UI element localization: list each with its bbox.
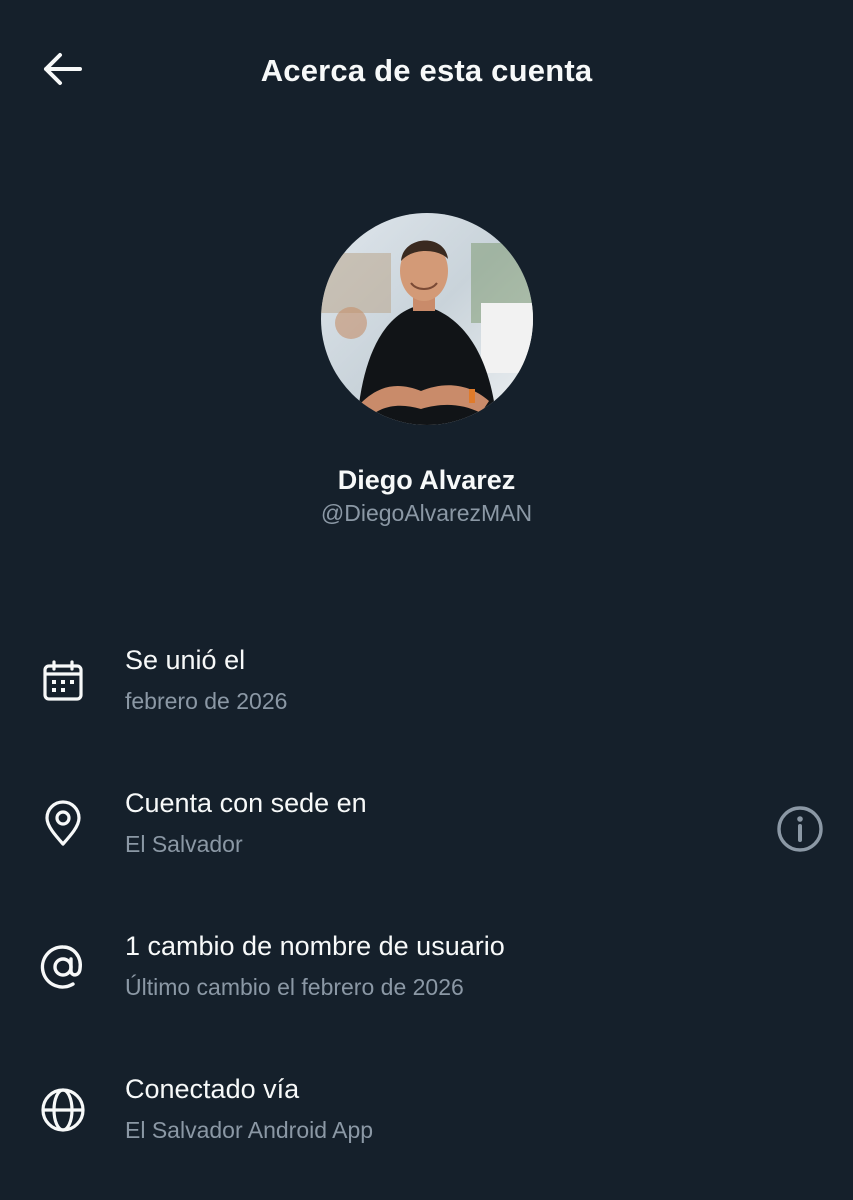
joined-date-row: Se unió el febrero de 2026 [0, 640, 853, 750]
connected-via-label: Conectado vía [125, 1074, 300, 1104]
avatar[interactable] [321, 213, 533, 425]
globe-icon [36, 1083, 90, 1137]
at-sign-icon [36, 940, 90, 994]
calendar-icon [36, 654, 90, 708]
username-changes-label: 1 cambio de nombre de usuario [125, 931, 505, 961]
location-value: El Salvador [125, 831, 243, 857]
location-label: Cuenta con sede en [125, 788, 367, 818]
username-last-change: Último cambio el febrero de 2026 [125, 974, 464, 1000]
page-title: Acerca de esta cuenta [260, 53, 593, 88]
username-changes-row: 1 cambio de nombre de usuario Último cam… [0, 926, 853, 1036]
connected-via-row: Conectado vía El Salvador Android App [0, 1069, 853, 1179]
username-handle: @DiegoAlvarezMAN [320, 500, 533, 526]
connected-via-value: El Salvador Android App [125, 1117, 374, 1143]
top-bar: Acerca de esta cuenta [0, 0, 853, 140]
joined-date: febrero de 2026 [125, 688, 288, 714]
location-info-button[interactable] [772, 803, 828, 859]
info-icon [776, 805, 824, 858]
account-location-row: Cuenta con sede en El Salvador [0, 783, 853, 893]
display-name: Diego Alvarez [337, 465, 516, 495]
joined-label: Se unió el [125, 645, 246, 675]
location-pin-icon [36, 797, 90, 851]
